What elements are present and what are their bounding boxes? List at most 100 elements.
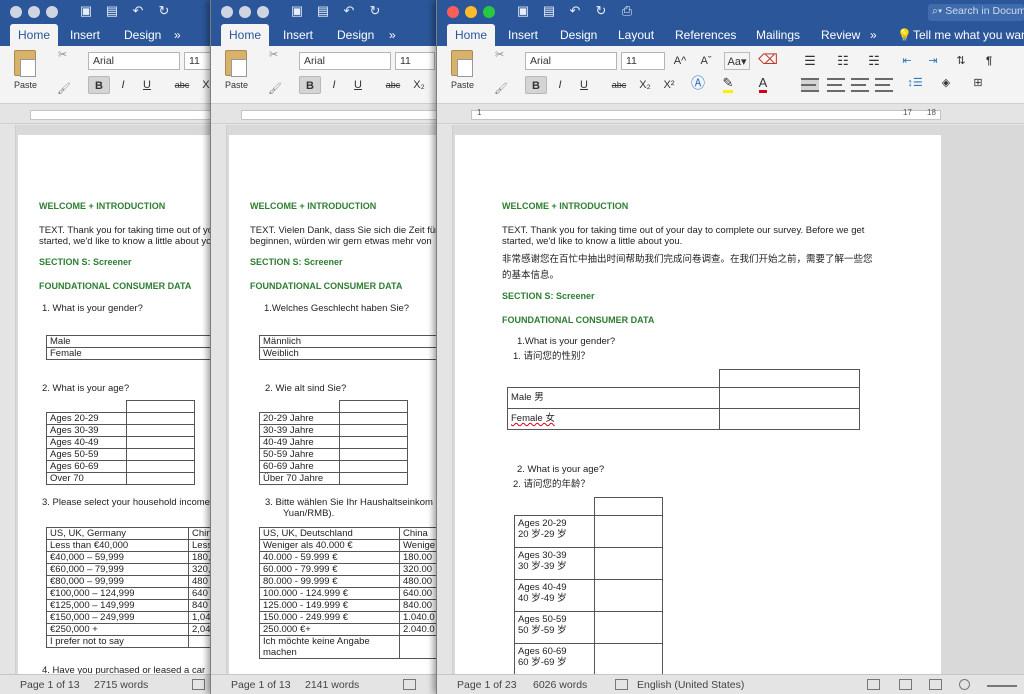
change-case-icon[interactable]: Aa▾ [724, 52, 750, 70]
sidebar-icon[interactable]: ▣ [515, 3, 531, 19]
tab-references[interactable]: References [675, 24, 736, 46]
sort-icon[interactable]: ⇅ [951, 52, 971, 70]
tab-more[interactable]: » [174, 24, 181, 46]
decrease-indent-icon[interactable]: ⇤ [897, 52, 917, 70]
save-icon[interactable]: ▤ [315, 3, 331, 19]
superscript-button[interactable]: X² [659, 76, 679, 94]
grow-font-button[interactable]: A^ [669, 52, 691, 70]
tab-design[interactable]: Design [337, 24, 374, 46]
format-painter-icon[interactable]: 🖌 [57, 82, 71, 95]
tab-home[interactable]: Home [221, 24, 270, 46]
horizontal-ruler[interactable] [0, 104, 230, 124]
undo-icon[interactable]: ↶ [130, 3, 146, 19]
strikethrough-button[interactable]: abc [381, 76, 405, 94]
shading-icon[interactable]: ◈ [935, 74, 957, 92]
justify-icon[interactable] [875, 78, 893, 92]
align-center-icon[interactable] [827, 78, 845, 92]
italic-button[interactable]: I [325, 76, 343, 94]
vertical-ruler[interactable] [0, 125, 16, 674]
language-indicator[interactable]: English (United States) [637, 679, 744, 691]
paste-icon[interactable] [14, 50, 36, 77]
paste-icon[interactable] [451, 50, 473, 77]
font-name-input[interactable]: Arial [525, 52, 617, 70]
show-paragraph-marks-icon[interactable]: ¶ [979, 52, 999, 70]
italic-button[interactable]: I [551, 76, 569, 94]
text-effects-icon[interactable]: Ⓐ [687, 74, 709, 92]
print-layout-view-icon[interactable] [867, 679, 880, 690]
strikethrough-button[interactable]: abc [607, 76, 631, 94]
multilevel-list-icon[interactable]: ☵ [863, 52, 885, 70]
redo-icon[interactable]: ↻ [367, 3, 383, 19]
format-painter-icon[interactable]: 🖌 [268, 82, 282, 95]
font-color-icon[interactable]: A [753, 74, 773, 93]
tab-insert[interactable]: Insert [283, 24, 313, 46]
tab-design[interactable]: Design [124, 24, 161, 46]
word-count[interactable]: 2141 words [305, 679, 359, 691]
bold-button[interactable]: B [299, 76, 321, 94]
page-count[interactable]: Page 1 of 13 [20, 679, 80, 691]
shrink-font-button[interactable]: Aˇ [695, 52, 717, 70]
zoom-slider[interactable] [987, 685, 1017, 687]
minimize-window-button[interactable] [465, 6, 477, 18]
align-right-icon[interactable] [851, 78, 869, 92]
spelling-icon[interactable] [403, 679, 416, 690]
bullets-icon[interactable]: ☰ [799, 52, 821, 70]
horizontal-ruler[interactable]: 1 17 18 [437, 104, 1024, 124]
strikethrough-button[interactable]: abc [170, 76, 194, 94]
outline-view-icon[interactable] [929, 679, 942, 690]
bold-button[interactable]: B [525, 76, 547, 94]
tell-me-input[interactable]: Tell me what you want [913, 24, 1024, 46]
cut-icon[interactable]: ✂ [58, 48, 67, 61]
spelling-icon[interactable] [615, 679, 628, 690]
undo-icon[interactable]: ↶ [341, 3, 357, 19]
clear-formatting-icon[interactable]: ⌫ [757, 50, 779, 68]
bold-button[interactable]: B [88, 76, 110, 94]
tab-layout[interactable]: Layout [618, 24, 654, 46]
font-size-input[interactable]: 11 [395, 52, 435, 70]
cut-icon[interactable]: ✂ [495, 48, 504, 61]
spelling-icon[interactable] [192, 679, 205, 690]
redo-icon[interactable]: ↻ [156, 3, 172, 19]
sidebar-icon[interactable]: ▣ [78, 3, 94, 19]
font-size-input[interactable]: 11 [621, 52, 665, 70]
zoom-window-button[interactable] [46, 6, 58, 18]
minimize-window-button[interactable] [28, 6, 40, 18]
cut-icon[interactable]: ✂ [269, 48, 278, 61]
underline-button[interactable]: U [349, 76, 367, 94]
paste-icon[interactable] [225, 50, 247, 77]
font-name-input[interactable]: Arial [88, 52, 180, 70]
increase-indent-icon[interactable]: ⇥ [923, 52, 943, 70]
close-window-button[interactable] [447, 6, 459, 18]
web-layout-view-icon[interactable] [899, 679, 912, 690]
sidebar-icon[interactable]: ▣ [289, 3, 305, 19]
redo-icon[interactable]: ↻ [593, 3, 609, 19]
subscript-button[interactable]: X₂ [635, 76, 655, 94]
zoom-window-button[interactable] [483, 6, 495, 18]
align-left-icon[interactable] [801, 78, 819, 92]
tab-insert[interactable]: Insert [508, 24, 538, 46]
page-count[interactable]: Page 1 of 13 [231, 679, 291, 691]
borders-icon[interactable]: ⊞ [967, 74, 989, 92]
save-icon[interactable]: ▤ [541, 3, 557, 19]
word-count[interactable]: 2715 words [94, 679, 148, 691]
print-icon[interactable]: ⎙ [619, 3, 635, 19]
undo-icon[interactable]: ↶ [567, 3, 583, 19]
underline-button[interactable]: U [138, 76, 156, 94]
page-count[interactable]: Page 1 of 23 [457, 679, 517, 691]
tab-more[interactable]: » [870, 24, 877, 46]
tab-mailings[interactable]: Mailings [756, 24, 800, 46]
highlight-icon[interactable]: ✎ [717, 74, 739, 93]
close-window-button[interactable] [221, 6, 233, 18]
minimize-window-button[interactable] [239, 6, 251, 18]
tab-review[interactable]: Review [821, 24, 860, 46]
format-painter-icon[interactable]: 🖌 [494, 82, 508, 95]
vertical-ruler[interactable] [211, 125, 227, 674]
focus-view-icon[interactable] [959, 679, 970, 690]
horizontal-ruler[interactable] [211, 104, 450, 124]
subscript-button[interactable]: X₂ [409, 76, 429, 94]
word-count[interactable]: 6026 words [533, 679, 587, 691]
vertical-ruler[interactable] [437, 125, 453, 674]
numbering-icon[interactable]: ☷ [832, 52, 854, 70]
tab-more[interactable]: » [389, 24, 396, 46]
zoom-window-button[interactable] [257, 6, 269, 18]
